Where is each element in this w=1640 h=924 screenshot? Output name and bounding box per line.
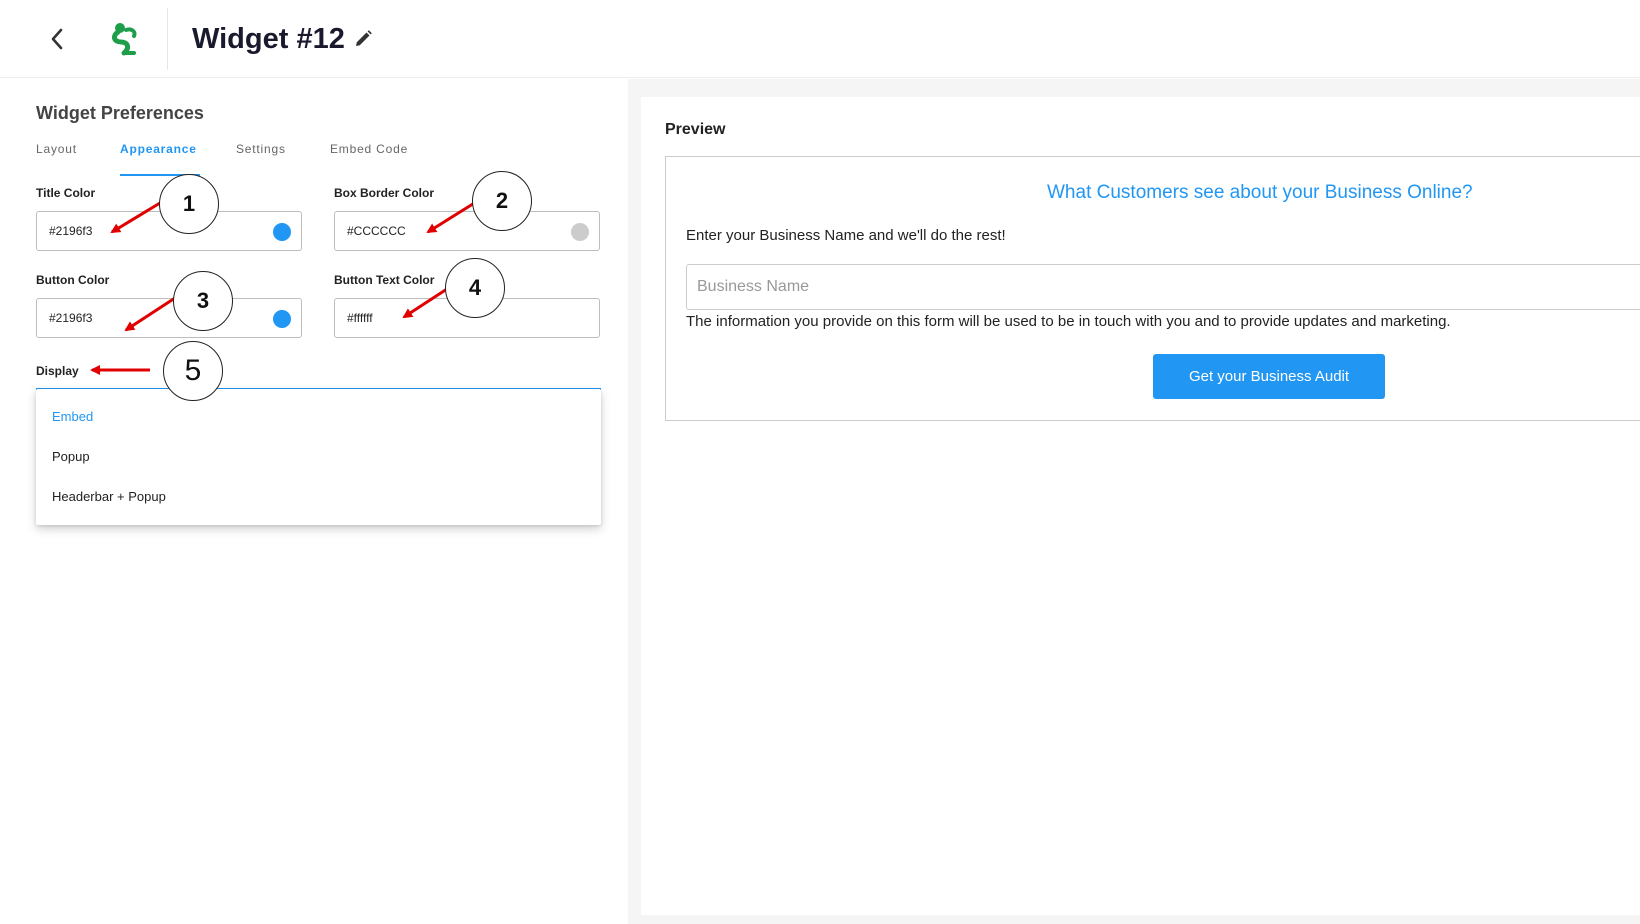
- annotation-marker-5: 5: [163, 341, 223, 401]
- pencil-icon[interactable]: [352, 28, 374, 50]
- title-color-label: Title Color: [36, 186, 96, 200]
- display-option-headerbar-popup[interactable]: Headerbar + Popup: [52, 489, 166, 504]
- annotation-marker-1: 1: [159, 174, 219, 234]
- display-label: Display: [36, 364, 79, 378]
- box-border-color-label: Box Border Color: [334, 186, 435, 200]
- get-business-audit-button[interactable]: Get your Business Audit: [1153, 354, 1385, 399]
- box-border-color-value: #CCCCCC: [347, 224, 406, 238]
- box-border-color-input[interactable]: #CCCCCC: [334, 211, 600, 251]
- widget-form-intro: Enter your Business Name and we'll do th…: [686, 227, 1006, 244]
- button-text-color-value: #ffffff: [347, 311, 373, 325]
- title-color-value: #2196f3: [49, 224, 93, 238]
- title-color-swatch[interactable]: [273, 223, 291, 241]
- tab-settings[interactable]: Settings: [236, 142, 286, 156]
- tab-appearance[interactable]: Appearance: [120, 142, 197, 156]
- business-name-input[interactable]: Business Name: [686, 264, 1640, 310]
- chevron-left-icon: [51, 28, 63, 50]
- back-button[interactable]: [40, 22, 74, 56]
- business-name-placeholder: Business Name: [697, 278, 810, 295]
- widget-form-disclaimer: The information you provide on this form…: [686, 313, 1451, 330]
- preferences-title: Widget Preferences: [36, 103, 204, 123]
- preview-title: Preview: [665, 121, 726, 138]
- button-color-value: #2196f3: [49, 311, 93, 325]
- tab-embed-code[interactable]: Embed Code: [330, 142, 408, 156]
- app-logo-icon: [111, 23, 137, 56]
- display-option-embed[interactable]: Embed: [52, 409, 93, 424]
- header-divider: [167, 8, 168, 70]
- annotation-marker-4: 4: [445, 258, 505, 318]
- top-header: Widget #12: [0, 0, 1640, 78]
- display-option-popup[interactable]: Popup: [52, 449, 90, 464]
- box-border-color-swatch[interactable]: [571, 223, 589, 241]
- page-title: Widget #12: [192, 23, 345, 55]
- button-color-input[interactable]: #2196f3: [36, 298, 302, 338]
- annotation-marker-3: 3: [173, 271, 233, 331]
- tab-layout[interactable]: Layout: [36, 142, 77, 156]
- widget-form-heading: What Customers see about your Business O…: [1047, 182, 1473, 203]
- annotation-marker-2: 2: [472, 171, 532, 231]
- button-text-color-label: Button Text Color: [334, 273, 435, 287]
- button-color-label: Button Color: [36, 273, 110, 287]
- display-dropdown-menu: Embed Popup Headerbar + Popup: [36, 389, 601, 525]
- button-color-swatch[interactable]: [273, 310, 291, 328]
